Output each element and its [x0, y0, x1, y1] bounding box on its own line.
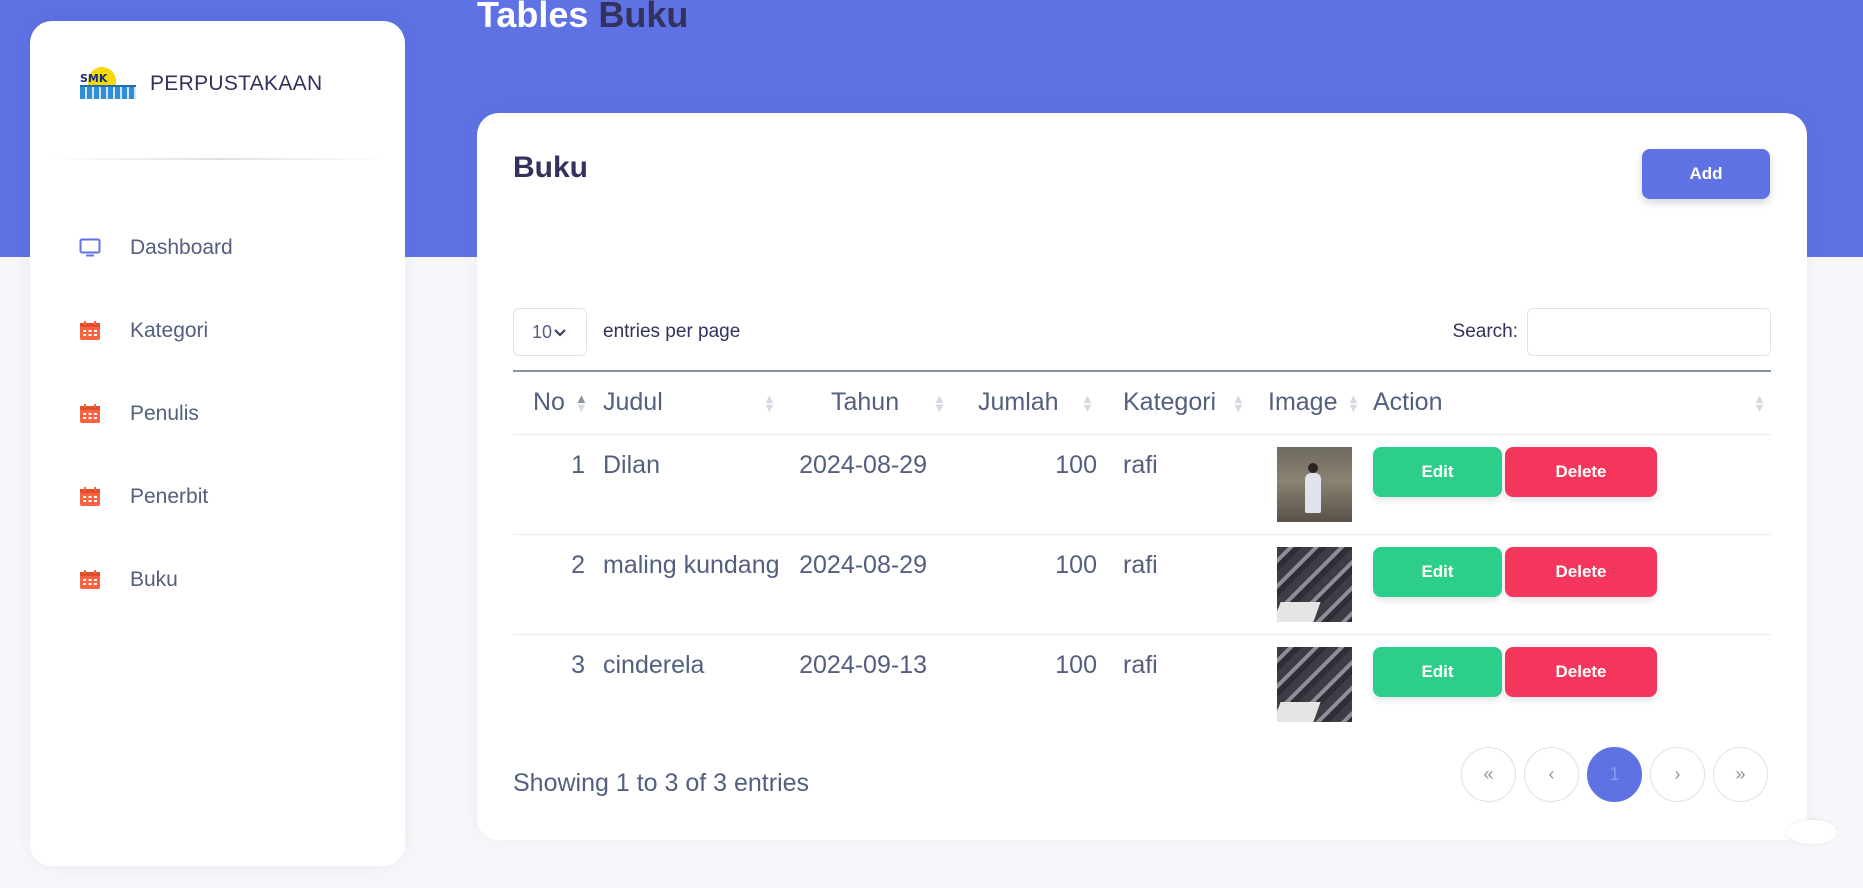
sort-icon: ▲ ▼ [933, 390, 946, 415]
cell-tahun: 2024-09-13 [799, 650, 927, 679]
cell-no: 2 [571, 550, 585, 579]
card-title: Buku [513, 151, 588, 184]
calendar-icon [78, 403, 102, 425]
prev-page-button[interactable]: ‹ [1524, 747, 1579, 802]
search-control: Search: [1453, 308, 1771, 356]
cell-tahun: 2024-08-29 [799, 550, 927, 579]
cell-judul: Dilan [603, 450, 660, 479]
per-page-label: entries per page [603, 321, 741, 342]
books-card: Buku Add 10 entries per page Search: No … [477, 113, 1807, 840]
column-header-tahun[interactable]: Tahun ▲ ▼ [781, 371, 951, 434]
sort-icon: ▲ ▼ [763, 390, 776, 415]
delete-button[interactable]: Delete [1505, 546, 1657, 597]
books-table: No ▲ ▼ Judul ▲ ▼ Tahun ▲ ▼ Jumlah ▲ ▼ Katego… [513, 370, 1771, 734]
school-logo: SMK [80, 67, 136, 101]
cell-judul: cinderela [603, 650, 705, 679]
cell-image [1247, 634, 1363, 734]
sidebar-item-buku[interactable]: Buku [30, 538, 405, 621]
cell-kategori: rafi [1123, 550, 1158, 579]
chevron-down-icon [554, 324, 566, 340]
table-header-row: No ▲ ▼ Judul ▲ ▼ Tahun ▲ ▼ Jumlah ▲ ▼ Katego… [513, 371, 1771, 434]
cell-action: Edit Delete [1363, 434, 1771, 534]
monitor-icon [78, 237, 102, 259]
page-title-prefix: Tables [477, 0, 589, 35]
sidebar: SMK PERPUSTAKAAN Dashboard Kategori Penu… [30, 21, 405, 866]
sidebar-item-label: Dashboard [130, 235, 233, 259]
page-title-suffix: Buku [598, 0, 689, 35]
sidebar-nav: Dashboard Kategori Penulis Penerbit Buku [30, 206, 405, 621]
sidebar-item-penerbit[interactable]: Penerbit [30, 455, 405, 538]
column-header-image[interactable]: Image ▲ ▼ [1247, 371, 1363, 434]
cell-tahun: 2024-08-29 [799, 450, 927, 479]
table-row: 1 Dilan 2024-08-29 100 rafi Edit Delete [513, 434, 1771, 534]
sidebar-item-dashboard[interactable]: Dashboard [30, 206, 405, 289]
cell-no: 3 [571, 650, 585, 679]
brand-name: PERPUSTAKAAN [150, 72, 323, 95]
sort-icon: ▲ ▼ [1232, 390, 1245, 415]
edit-button[interactable]: Edit [1373, 446, 1502, 497]
cell-kategori: rafi [1123, 650, 1158, 679]
search-input[interactable] [1527, 308, 1771, 356]
sort-icon: ▲ ▼ [1753, 390, 1766, 415]
column-header-jumlah[interactable]: Jumlah ▲ ▼ [951, 371, 1101, 434]
divider [45, 158, 390, 160]
delete-button[interactable]: Delete [1505, 446, 1657, 497]
edit-button[interactable]: Edit [1373, 646, 1502, 697]
cell-kategori: rafi [1123, 450, 1158, 479]
table-row: 2 maling kundang 2024-08-29 100 rafi Edi… [513, 534, 1771, 634]
sidebar-item-label: Buku [130, 567, 178, 591]
cell-action: Edit Delete [1363, 634, 1771, 734]
sidebar-item-kategori[interactable]: Kategori [30, 289, 405, 372]
last-page-button[interactable]: » [1713, 747, 1768, 802]
edit-button[interactable]: Edit [1373, 546, 1502, 597]
column-header-action[interactable]: Action ▲ ▼ [1363, 371, 1771, 434]
brand[interactable]: SMK PERPUSTAKAAN [80, 67, 322, 101]
entries-summary: Showing 1 to 3 of 3 entries [513, 769, 810, 797]
cell-judul: maling kundang [603, 550, 780, 579]
column-header-judul[interactable]: Judul ▲ ▼ [585, 371, 781, 434]
sidebar-item-label: Penulis [130, 401, 199, 425]
add-button[interactable]: Add [1642, 149, 1770, 199]
cell-no: 1 [571, 450, 585, 479]
calendar-icon [78, 320, 102, 342]
per-page-control: 10 entries per page [513, 308, 740, 356]
cell-jumlah: 100 [1055, 550, 1097, 579]
book-image [1277, 446, 1352, 522]
calendar-icon [78, 486, 102, 508]
per-page-value: 10 [532, 321, 553, 342]
book-image [1277, 646, 1352, 722]
cell-action: Edit Delete [1363, 534, 1771, 634]
floating-widget[interactable] [1787, 820, 1837, 844]
delete-button[interactable]: Delete [1505, 646, 1657, 697]
pagination: « ‹ 1 › » [1461, 747, 1776, 802]
search-label: Search: [1452, 321, 1518, 342]
page-title: Tables Buku [477, 0, 688, 36]
sidebar-item-penulis[interactable]: Penulis [30, 372, 405, 455]
column-header-no[interactable]: No ▲ ▼ [513, 371, 588, 434]
table-row: 3 cinderela 2024-09-13 100 rafi Edit Dele… [513, 634, 1771, 734]
sort-icon: ▲ ▼ [1347, 390, 1360, 415]
column-header-kategori[interactable]: Kategori ▲ ▼ [1101, 371, 1247, 434]
book-image [1277, 546, 1352, 622]
cell-image [1247, 434, 1363, 534]
calendar-icon [78, 569, 102, 591]
next-page-button[interactable]: › [1650, 747, 1705, 802]
sidebar-item-label: Kategori [130, 318, 209, 342]
sidebar-item-label: Penerbit [130, 484, 209, 508]
cell-image [1247, 534, 1363, 634]
page-button-1[interactable]: 1 [1587, 747, 1642, 802]
per-page-select[interactable]: 10 [513, 308, 587, 356]
cell-jumlah: 100 [1055, 650, 1097, 679]
sort-icon: ▲ ▼ [1081, 390, 1094, 415]
first-page-button[interactable]: « [1461, 747, 1516, 802]
cell-jumlah: 100 [1055, 450, 1097, 479]
